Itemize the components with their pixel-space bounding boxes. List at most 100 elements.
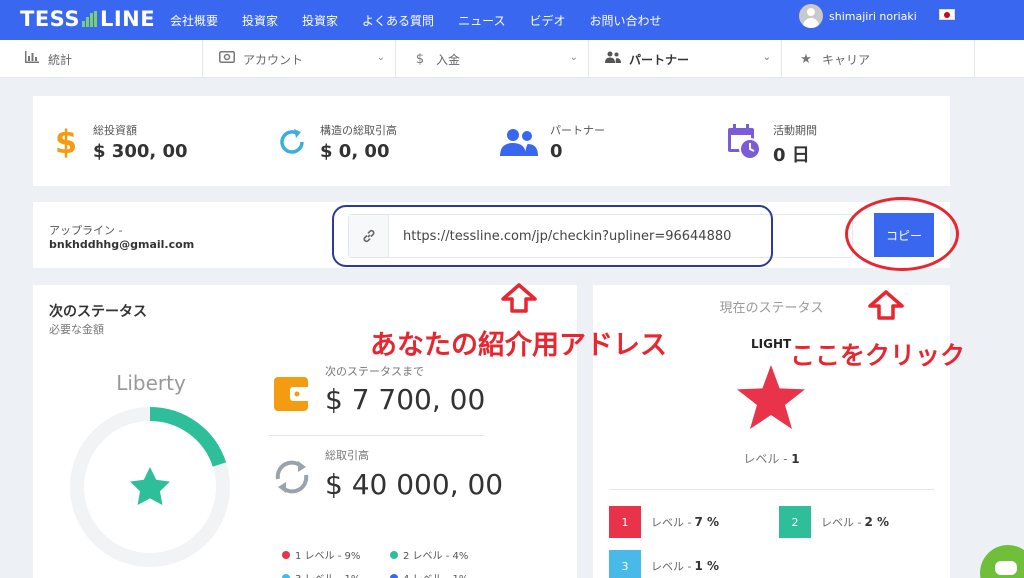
tab-career-label: キャリア [822,52,871,67]
tab-deposit[interactable]: $ 入金 ⌄ [396,40,589,78]
top-navbar: TESS LINE 会社概要 投資家 投資家 よくある質問 ニュース ビデオ お… [0,0,1024,40]
legend-dot [390,573,398,578]
menu-faq[interactable]: よくある質問 [362,12,434,29]
stat-label: 活動期間 [773,124,817,137]
level-prefix: レベル - [743,452,792,466]
upline-email: bnkhddhhg@gmail.com [49,238,195,251]
until-next-value: $ 7 700, 00 [325,383,486,416]
annotation-oval [332,205,773,267]
tab-statistics-label: 統計 [48,52,73,67]
star-icon: ★ [800,51,812,67]
turnover-label: 総取引高 [325,449,369,462]
stat-value: $ 300, 00 [93,141,188,162]
level-percent: 1 % [694,559,720,573]
dollar-icon: $ [54,123,78,161]
required-amount-label: 必要な金額 [49,323,104,336]
legend-label: 1 レベル - 9% [295,551,361,562]
level-badge: 3 [609,550,641,578]
wallet-icon [274,375,310,413]
user-menu[interactable]: shimajiri noriaki [799,4,917,28]
calendar-clock-icon [727,122,761,162]
upline-label: アップライン - [49,224,123,237]
level-row-1: 1 レベル - 7 % [609,506,719,538]
menu-investors-2[interactable]: 投資家 [302,12,338,29]
tab-deposit-label: 入金 [436,52,461,67]
chevron-down-icon: ⌄ [762,52,771,63]
annotation-click-here: ここをクリック [790,341,966,370]
up-arrow-icon [868,290,904,320]
turnover-value: $ 40 000, 00 [325,468,504,501]
tab-partner-label: パートナー [629,52,690,67]
until-next-label: 次のステータスまで [325,365,424,378]
chevron-down-icon: ⌄ [376,52,385,63]
level-badge: 2 [779,506,811,538]
chat-bubble-icon[interactable] [980,545,1024,578]
legend-dot [282,550,290,559]
level-prefix: レベル - [651,516,692,529]
logo-text-right: LINE [99,7,156,31]
avatar [799,4,823,28]
tab-career[interactable]: ★ キャリア [782,40,975,78]
status-progress-gauge [70,407,230,567]
menu-contact[interactable]: お問い合わせ [589,12,661,29]
status-star-icon [737,365,805,429]
chevron-down-icon: ⌄ [569,52,578,63]
legend-item: 1 レベル - 9% [282,547,360,562]
divider [269,435,485,436]
sub-navbar: 統計 アカウント ⌄ $ 入金 ⌄ パートナー ⌄ ★ キャリア [0,40,1024,78]
level-row-2: 2 レベル - 2 % [779,506,889,538]
stat-label: 総投資額 [93,124,137,137]
current-status-name: LIGHT [751,337,792,351]
menu-company[interactable]: 会社概要 [170,12,218,29]
legend-item: 3 レベル - 1% [282,570,360,578]
legend-item: 2 レベル - 4% [390,547,468,562]
dollar-icon: $ [415,51,425,67]
level-percent: 2 % [864,515,890,529]
logo-text-left: TESS [20,7,80,31]
japan-flag-icon[interactable] [939,9,955,20]
stat-structure-turnover: 構造の総取引高 $ 0, 00 [276,122,397,162]
next-status-name: Liberty [116,371,186,395]
stat-total-investment: $ 総投資額 $ 300, 00 [51,122,188,162]
up-arrow-icon [501,283,537,313]
annotation-circle [845,197,959,271]
logo[interactable]: TESS LINE [20,7,155,31]
stat-label: 構造の総取引高 [320,124,397,137]
menu-investors[interactable]: 投資家 [242,12,278,29]
menu-video[interactable]: ビデオ [529,12,565,29]
gauge-star-icon [130,467,170,505]
users-icon [500,122,538,162]
main-menu: 会社概要 投資家 投資家 よくある質問 ニュース ビデオ お問い合わせ [170,0,686,40]
menu-news[interactable]: ニュース [458,12,505,29]
refresh-icon [276,122,308,162]
current-level: レベル - 1 [593,450,950,467]
bar-chart-icon [24,51,40,67]
legend-label: 4 レベル - 1% [403,570,468,578]
wallet-icon [219,51,235,67]
tab-account[interactable]: アカウント ⌄ [203,40,396,78]
stat-value: 0 日 [773,145,810,166]
stats-card: $ 総投資額 $ 300, 00 構造の総取引高 $ 0, 00 パートナー 0… [33,96,950,186]
tab-partner[interactable]: パートナー ⌄ [589,40,782,78]
stat-label: パートナー [550,124,605,137]
logo-bars-icon [81,11,98,27]
legend-dot [390,550,398,559]
stat-activity-period: 活動期間 0 日 [727,122,817,167]
stat-partners: パートナー 0 [500,122,605,162]
divider [609,489,934,490]
level-prefix: レベル - [651,560,692,573]
level-badge: 1 [609,506,641,538]
level-value: 1 [791,452,800,466]
stat-value: $ 0, 00 [320,141,390,162]
next-status-title: 次のステータス [49,304,147,320]
annotation-referral-address: あなたの紹介用アドレス [370,330,667,361]
legend-dot [282,573,290,578]
users-icon [605,51,621,67]
level-percent: 7 % [694,515,720,529]
level-row-3: 3 レベル - 1 % [609,550,719,578]
tab-statistics[interactable]: 統計 [0,40,203,78]
tab-account-label: アカウント [243,52,304,67]
level-prefix: レベル - [821,516,862,529]
user-name: shimajiri noriaki [829,9,917,23]
legend-item: 4 レベル - 1% [390,570,468,578]
